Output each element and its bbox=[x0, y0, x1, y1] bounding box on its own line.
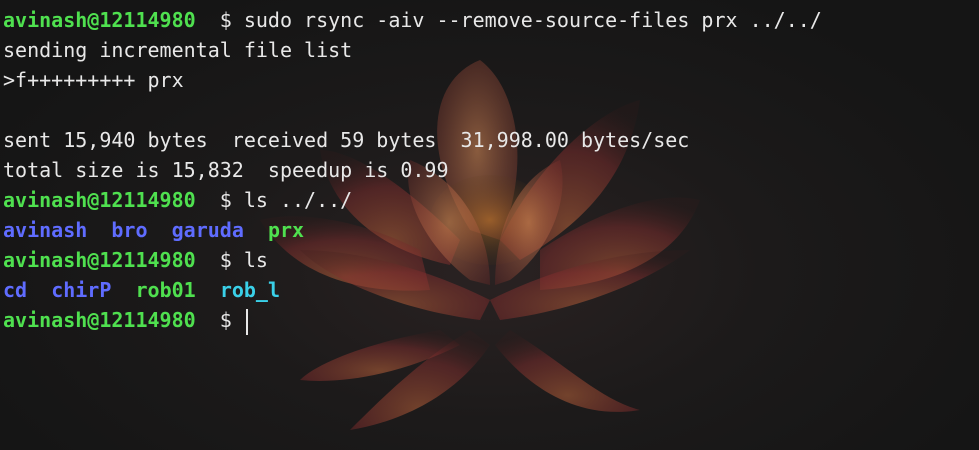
prompt-user: avinash@12114980 bbox=[3, 8, 196, 32]
prompt-line[interactable]: avinash@12114980 $ bbox=[3, 305, 979, 335]
output-line: total size is 15,832 speedup is 0.99 bbox=[3, 158, 449, 182]
prompt-user: avinash@12114980 bbox=[3, 188, 196, 212]
command-text: ls ../../ bbox=[243, 188, 353, 212]
output-line: >f+++++++++ prx bbox=[3, 68, 184, 92]
output-line: sent 15,940 bytes received 59 bytes 31,9… bbox=[3, 128, 690, 152]
prompt-symbol: $ bbox=[219, 8, 232, 32]
terminal-output: avinash@12114980 $ sudo rsync -aiv --rem… bbox=[3, 5, 979, 335]
terminal-window[interactable]: avinash@12114980 $ sudo rsync -aiv --rem… bbox=[0, 0, 979, 450]
prompt-line: avinash@12114980 $ ls bbox=[3, 245, 979, 275]
directory-entry: rob01 bbox=[135, 278, 196, 302]
directory-entry: avinash bbox=[3, 218, 88, 242]
prompt-symbol: $ bbox=[219, 188, 232, 212]
prompt-line: avinash@12114980 $ ls ../../ bbox=[3, 185, 979, 215]
directory-entry: chirP bbox=[51, 278, 112, 302]
output-line: sending incremental file list bbox=[3, 38, 353, 62]
directory-entry: prx bbox=[267, 218, 305, 242]
prompt-symbol: $ bbox=[219, 308, 232, 332]
prompt-user: avinash@12114980 bbox=[3, 308, 196, 332]
prompt-line: avinash@12114980 $ sudo rsync -aiv --rem… bbox=[3, 5, 979, 35]
directory-listing: cd chirP rob01 rob_l bbox=[3, 275, 979, 305]
command-text: ls bbox=[243, 248, 268, 272]
directory-entry: rob_l bbox=[219, 278, 281, 302]
directory-listing: avinash bro garuda prx bbox=[3, 215, 979, 245]
directory-entry: garuda bbox=[171, 218, 244, 242]
command-text: sudo rsync -aiv --remove-source-files pr… bbox=[243, 8, 822, 32]
directory-entry: bro bbox=[111, 218, 148, 242]
prompt-symbol: $ bbox=[219, 248, 232, 272]
prompt-user: avinash@12114980 bbox=[3, 248, 196, 272]
directory-entry: cd bbox=[3, 278, 28, 302]
text-cursor bbox=[245, 308, 248, 335]
